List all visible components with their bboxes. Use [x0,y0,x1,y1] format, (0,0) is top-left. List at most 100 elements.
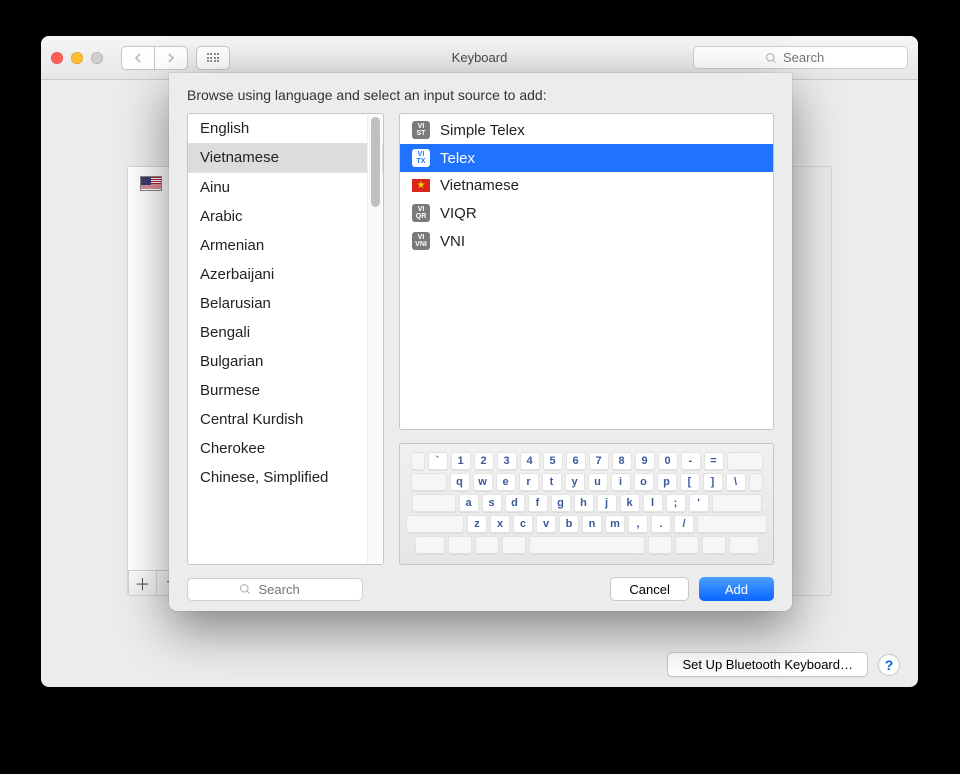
close-window-button[interactable] [51,52,63,64]
keyboard-mod-key [475,536,499,554]
language-item[interactable]: Belarusian [188,289,383,318]
language-scrollbar[interactable] [367,115,382,563]
keyboard-key: . [651,515,671,533]
keyboard-key: q [450,473,470,491]
language-item[interactable]: English [188,114,383,143]
show-all-button[interactable] [196,46,230,70]
keyboard-mod-key [727,452,763,470]
keyboard-key: ] [703,473,723,491]
language-item[interactable]: Central Kurdish [188,405,383,434]
zoom-window-button[interactable] [91,52,103,64]
forward-button[interactable] [154,46,188,70]
keyboard-key: [ [680,473,700,491]
keyboard-key: ; [666,494,686,512]
input-source-list[interactable]: VISTSimple TelexVITXTelex★VietnameseVIQR… [399,113,774,430]
minimize-window-button[interactable] [71,52,83,64]
keyboard-key: p [657,473,677,491]
keyboard-key: i [611,473,631,491]
input-source-label: VNI [440,233,465,250]
keyboard-key: e [496,473,516,491]
search-icon [239,583,251,595]
language-item[interactable]: Armenian [188,231,383,260]
keyboard-mod-key [729,536,759,554]
keyboard-key: v [536,515,556,533]
language-item[interactable]: Arabic [188,202,383,231]
language-item[interactable]: Bengali [188,318,383,347]
flag-vn-icon: ★ [412,179,430,192]
keyboard-key: g [551,494,571,512]
keyboard-key: k [620,494,640,512]
language-item[interactable]: Ainu [188,173,383,202]
keyboard-mod-key [448,536,472,554]
keyboard-key: y [565,473,585,491]
input-source-item[interactable]: ★Vietnamese [400,172,773,199]
input-source-icon: VIQR [412,204,430,222]
keyboard-key: o [634,473,654,491]
keyboard-key: s [482,494,502,512]
keyboard-key: z [467,515,487,533]
keyboard-mod-key [502,536,526,554]
keyboard-key: d [505,494,525,512]
input-source-item[interactable]: VITXTelex [400,144,773,172]
language-item[interactable]: Cherokee [188,434,383,463]
keyboard-mod-key [411,473,447,491]
sheet-search-input[interactable] [257,581,312,598]
keyboard-key: b [559,515,579,533]
add-input-source-sheet: Browse using language and select an inpu… [169,73,792,611]
keyboard-key: f [528,494,548,512]
keyboard-key: t [542,473,562,491]
chevron-right-icon [166,53,176,63]
back-button[interactable] [121,46,155,70]
add-button[interactable]: Add [699,577,774,601]
keyboard-key: 3 [497,452,517,470]
keyboard-mod-key [749,473,763,491]
keyboard-key: , [628,515,648,533]
sheet-footer: Cancel Add [187,577,774,601]
add-source-button[interactable]: ＋ [129,571,157,595]
keyboard-mod-key [415,536,445,554]
sheet-search[interactable] [187,578,363,601]
keyboard-key: 8 [612,452,632,470]
keyboard-key: x [490,515,510,533]
input-source-item[interactable]: VIQR VIQR [400,199,773,227]
cancel-button[interactable]: Cancel [610,577,688,601]
keyboard-key: = [704,452,724,470]
keyboard-mod-key [702,536,726,554]
keyboard-key: 0 [658,452,678,470]
input-source-item[interactable]: VISTSimple Telex [400,116,773,144]
language-list[interactable]: EnglishVietnameseAinuArabicArmenianAzerb… [187,113,384,565]
window-bottom-bar: Set Up Bluetooth Keyboard… ? [41,642,918,687]
language-item[interactable]: Bulgarian [188,347,383,376]
keyboard-key: - [681,452,701,470]
keyboard-key: c [513,515,533,533]
help-button[interactable]: ? [878,654,900,676]
keyboard-preview: `1234567890-=qwertyuiop[]\asdfghjkl;'zxc… [399,443,774,565]
search-icon [765,52,777,64]
keyboard-key: w [473,473,493,491]
toolbar-search-input[interactable] [781,49,836,66]
toolbar-search[interactable] [693,46,908,69]
keyboard-mod-key [411,452,425,470]
language-item[interactable]: Vietnamese [188,143,383,172]
keyboard-key: \ [726,473,746,491]
flag-us-icon [140,176,162,191]
keyboard-key: n [582,515,602,533]
keyboard-mod-key [412,494,456,512]
keyboard-key: l [643,494,663,512]
scrollbar-thumb[interactable] [371,117,380,207]
keyboard-mod-key [712,494,762,512]
keyboard-key: ' [689,494,709,512]
input-source-item[interactable]: VIVNI VNI [400,227,773,255]
keyboard-key: a [459,494,479,512]
keyboard-key: 9 [635,452,655,470]
keyboard-key: 4 [520,452,540,470]
keyboard-key: 5 [543,452,563,470]
language-item[interactable]: Chinese, Simplified [188,463,383,492]
language-item[interactable]: Azerbaijani [188,260,383,289]
input-source-label: VIQR [440,205,477,222]
input-source-icon: VIVNI [412,232,430,250]
keyboard-key: 2 [474,452,494,470]
language-item[interactable]: Burmese [188,376,383,405]
bluetooth-keyboard-button[interactable]: Set Up Bluetooth Keyboard… [667,652,868,677]
keyboard-key: 6 [566,452,586,470]
